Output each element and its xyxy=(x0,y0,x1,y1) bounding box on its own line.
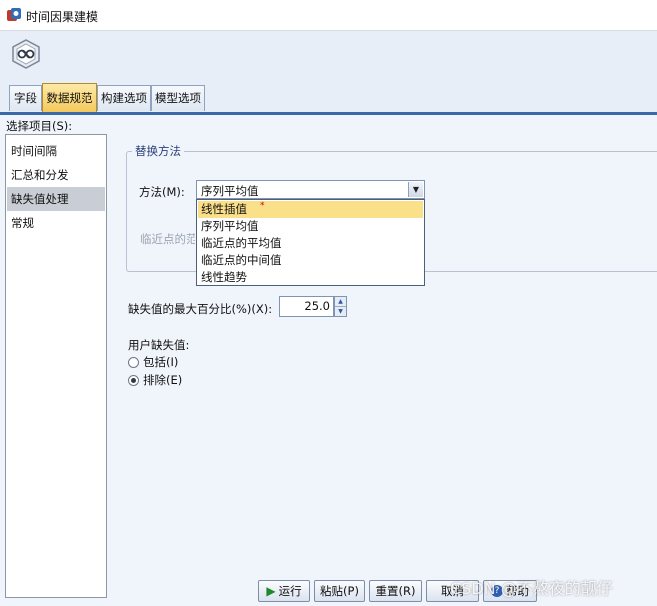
method-dropdown-list[interactable]: 线性插值 * 序列平均值 临近点的平均值 临近点的中间值 线性趋势 xyxy=(196,199,425,286)
time-causal-node-icon xyxy=(12,39,40,69)
spss-modeler-icon xyxy=(7,8,21,21)
select-items-list[interactable]: 时间间隔 汇总和分发 缺失值处理 常规 xyxy=(5,134,107,598)
select-items-label: 选择项目(S): xyxy=(6,119,73,133)
radio-include[interactable]: 包括(I) xyxy=(128,354,178,370)
dropdown-option-linear-interpolation[interactable]: 线性插值 * xyxy=(198,201,423,218)
dropdown-option-linear-trend[interactable]: 线性趋势 xyxy=(198,269,423,286)
radio-exclude-circle[interactable] xyxy=(128,374,139,386)
neighbor-range-label: 临近点的范 xyxy=(140,232,195,246)
replace-method-title: 替换方法 xyxy=(132,143,184,159)
cancel-button[interactable]: 取消 xyxy=(426,580,479,602)
spin-down-icon[interactable]: ▼ xyxy=(335,307,346,316)
max-missing-percent-label: 缺失值的最大百分比(%)(X): xyxy=(128,302,273,316)
red-asterisk-icon: * xyxy=(260,201,265,211)
user-missing-label: 用户缺失值: xyxy=(128,338,190,352)
max-missing-percent-stepper[interactable]: ▲ ▼ xyxy=(334,296,347,317)
radio-include-circle[interactable] xyxy=(128,356,139,368)
run-icon: ▶ xyxy=(266,584,276,598)
radio-exclude[interactable]: 排除(E) xyxy=(128,372,182,388)
dropdown-option-neighbor-mean[interactable]: 临近点的平均值 xyxy=(198,235,423,252)
method-label: 方法(M): xyxy=(139,185,185,199)
radio-include-label: 包括(I) xyxy=(143,355,179,369)
run-button[interactable]: ▶ 运行 xyxy=(258,580,310,602)
dropdown-option-series-mean[interactable]: 序列平均值 xyxy=(198,218,423,235)
method-select-value: 序列平均值 xyxy=(201,184,259,198)
sidebar-item-aggregation[interactable]: 汇总和分发 xyxy=(7,163,105,187)
tab-build-options[interactable]: 构建选项 xyxy=(97,85,151,111)
sidebar-item-missing-values[interactable]: 缺失值处理 xyxy=(7,187,105,211)
sidebar-item-time-interval[interactable]: 时间间隔 xyxy=(7,139,105,163)
sidebar-item-general[interactable]: 常规 xyxy=(7,211,105,235)
help-button[interactable]: ? 帮助 xyxy=(483,580,537,602)
tab-model-options[interactable]: 模型选项 xyxy=(151,85,205,111)
tab-data-spec[interactable]: 数据规范 xyxy=(42,83,97,113)
tab-fields[interactable]: 字段 xyxy=(9,85,42,111)
radio-exclude-label: 排除(E) xyxy=(143,373,183,387)
title-bar xyxy=(0,0,657,31)
paste-button[interactable]: 粘贴(P) xyxy=(314,580,365,602)
reset-button[interactable]: 重置(R) xyxy=(369,580,422,602)
method-select[interactable]: 序列平均值 ▼ xyxy=(196,180,425,199)
window-title: 时间因果建模 xyxy=(26,10,99,24)
spin-up-icon[interactable]: ▲ xyxy=(335,297,346,307)
max-missing-percent-input[interactable]: 25.0 xyxy=(279,296,334,317)
help-icon: ? xyxy=(491,585,503,597)
chevron-down-icon[interactable]: ▼ xyxy=(408,182,423,197)
tab-divider xyxy=(0,112,657,115)
dropdown-option-neighbor-median[interactable]: 临近点的中间值 xyxy=(198,252,423,269)
